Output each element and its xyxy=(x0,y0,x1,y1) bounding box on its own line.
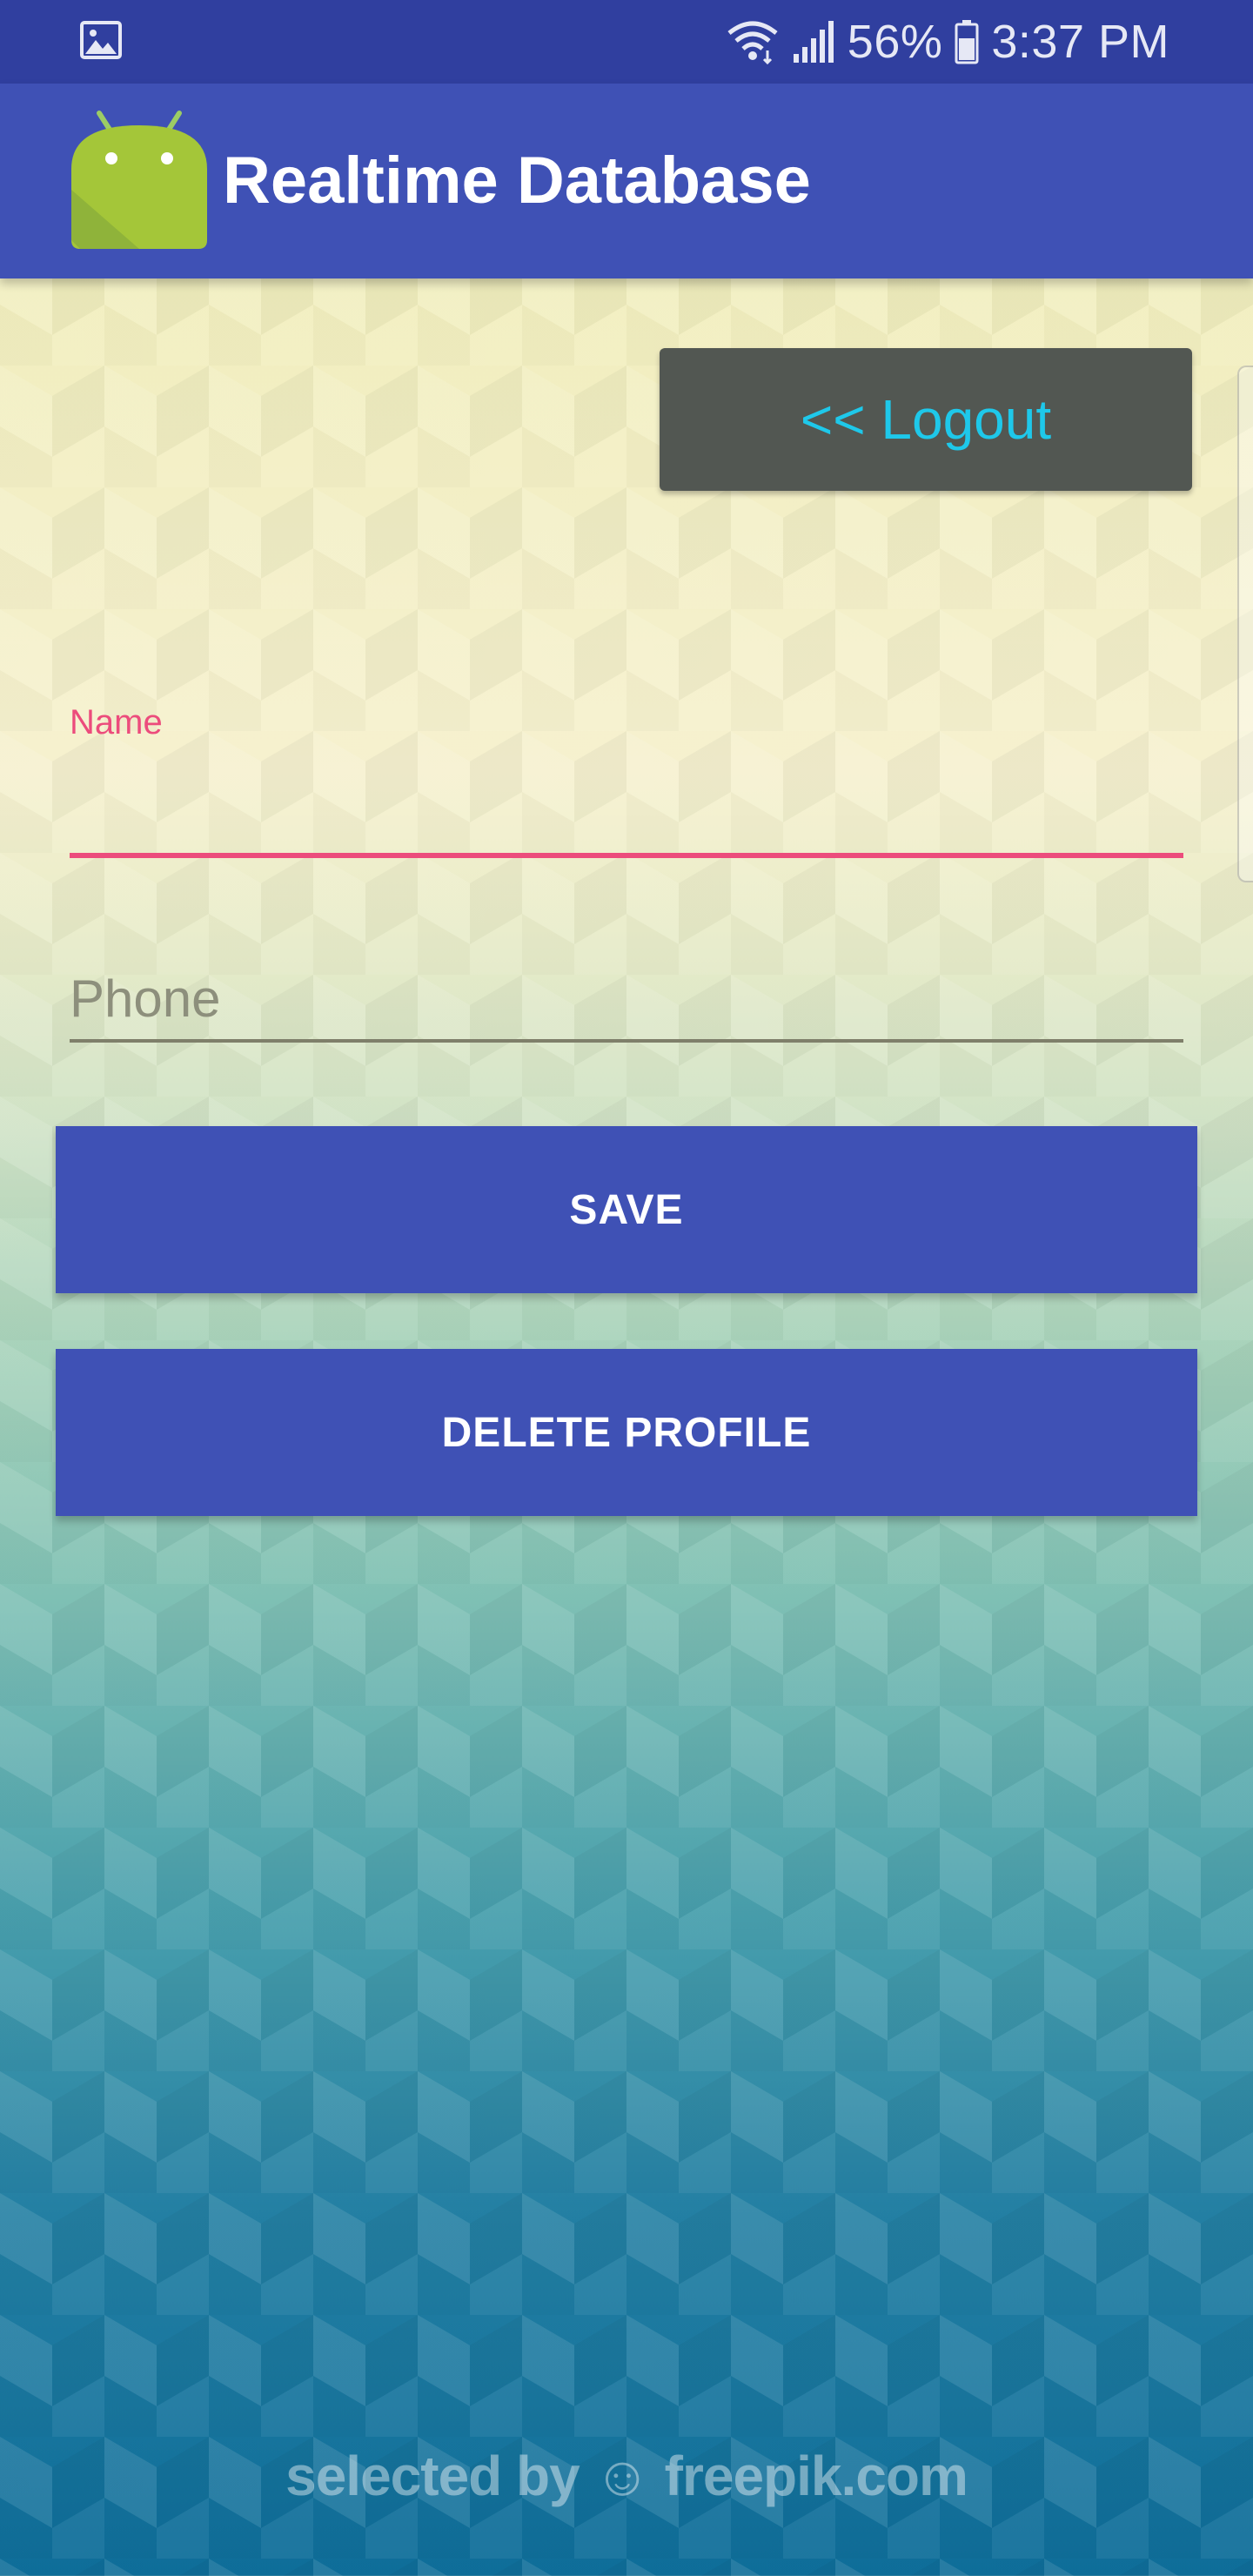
scroll-indicator[interactable] xyxy=(1237,366,1253,882)
app-bar: Realtime Database xyxy=(0,84,1253,278)
status-bar: 56% 3:37 PM xyxy=(0,0,1253,84)
app-title: Realtime Database xyxy=(223,144,811,218)
phone-input[interactable] xyxy=(70,957,1183,1043)
save-button[interactable]: SAVE xyxy=(56,1126,1197,1293)
name-input[interactable] xyxy=(70,757,1183,858)
gallery-icon xyxy=(80,21,122,59)
delete-profile-button[interactable]: DELETE PROFILE xyxy=(56,1349,1197,1516)
signal-icon xyxy=(793,21,834,63)
battery-icon xyxy=(955,20,979,64)
android-logo-icon xyxy=(71,111,207,249)
logout-button[interactable]: << Logout xyxy=(660,348,1192,491)
status-indicators: 56% 3:37 PM xyxy=(726,0,1169,84)
freepik-watermark: selected by ☺ freepik.com xyxy=(285,2445,968,2507)
clock: 3:37 PM xyxy=(991,16,1169,68)
wifi-icon xyxy=(727,21,778,64)
battery-percent: 56% xyxy=(847,16,943,68)
name-label: Name xyxy=(70,703,163,741)
